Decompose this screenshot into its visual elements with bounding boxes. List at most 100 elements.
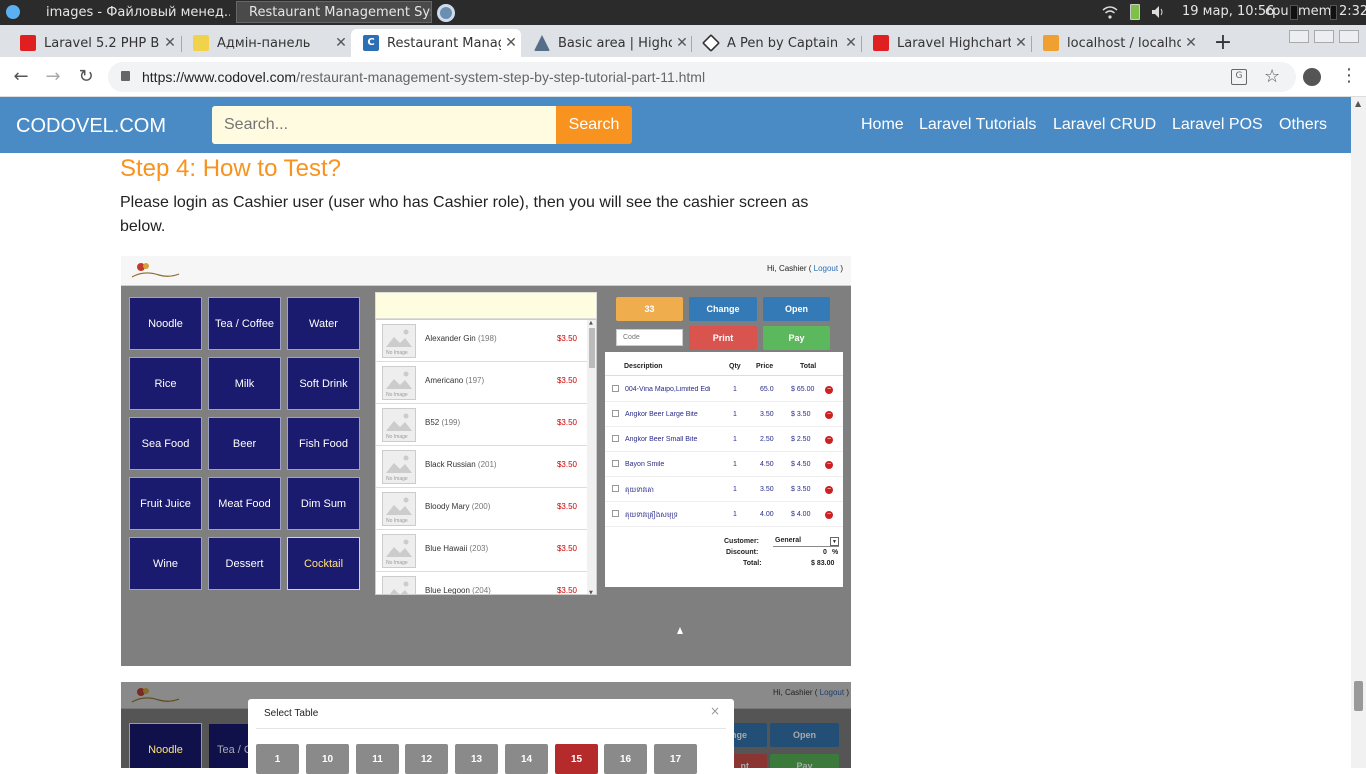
remove-item-icon[interactable]: − <box>825 411 833 419</box>
table-button-15[interactable]: 15 <box>555 744 598 774</box>
pay-button[interactable]: Pay <box>763 326 830 350</box>
taskbar-item-file-manager[interactable]: images - Файловый менед... <box>34 1 230 23</box>
maximize-window-button[interactable] <box>1314 30 1334 43</box>
category-dessert[interactable]: Dessert <box>208 537 281 590</box>
close-window-button[interactable] <box>1339 30 1359 43</box>
search-button[interactable]: Search <box>556 106 632 144</box>
account-icon[interactable] <box>1303 68 1321 86</box>
category-fruit-juice[interactable]: Fruit Juice <box>129 477 202 530</box>
row-checkbox[interactable] <box>612 460 619 467</box>
product-item[interactable]: No Image Blue Hawaii (203) $3.50 <box>376 530 587 572</box>
close-icon[interactable]: ✕ <box>841 35 861 51</box>
scroll-up-arrow[interactable]: ▲ <box>1355 99 1361 108</box>
close-icon[interactable]: ✕ <box>672 35 692 51</box>
forward-icon[interactable]: → <box>41 65 65 89</box>
product-item[interactable]: No Image Blue Legoon (204) $3.50 <box>376 572 587 594</box>
volume-icon[interactable] <box>1150 4 1166 20</box>
category-sea-food[interactable]: Sea Food <box>129 417 202 470</box>
order-row[interactable]: Angkor Beer Small Bite 1 2.50 $ 2.50 − <box>605 427 843 452</box>
category-wine[interactable]: Wine <box>129 537 202 590</box>
tab-basic-area-highcharts[interactable]: Basic area | Highc ✕ <box>522 29 692 57</box>
product-list-scroll-thumb[interactable] <box>589 328 595 368</box>
order-row[interactable]: គុយទាវគ្រឿងសមុទ្រ 1 4.00 $ 4.00 − <box>605 502 843 527</box>
product-item[interactable]: No Image Black Russian (201) $3.50 <box>376 446 587 488</box>
table-button-13[interactable]: 13 <box>455 744 498 774</box>
order-item-qty[interactable]: 1 <box>733 461 737 468</box>
row-checkbox[interactable] <box>612 485 619 492</box>
table-button-10[interactable]: 10 <box>306 744 349 774</box>
chrome-launcher-icon[interactable] <box>437 4 455 22</box>
category-beer[interactable]: Beer <box>208 417 281 470</box>
site-brand[interactable]: CODOVEL.COM <box>16 115 166 138</box>
logout-link[interactable]: Logout <box>820 688 844 697</box>
time-label[interactable]: 2:32 <box>1339 4 1366 19</box>
table-button-12[interactable]: 12 <box>405 744 448 774</box>
row-checkbox[interactable] <box>612 385 619 392</box>
category-meat-food[interactable]: Meat Food <box>208 477 281 530</box>
product-search-bar[interactable] <box>375 292 597 319</box>
close-icon[interactable]: ✕ <box>331 35 351 51</box>
close-icon[interactable]: ✕ <box>160 35 180 51</box>
bookmark-star-icon[interactable]: ☆ <box>1264 66 1280 87</box>
remove-item-icon[interactable]: − <box>825 386 833 394</box>
close-icon[interactable]: ✕ <box>1011 35 1031 51</box>
table-button-17[interactable]: 17 <box>654 744 697 774</box>
product-item[interactable]: No Image Bloody Mary (200) $3.50 <box>376 488 587 530</box>
category-water[interactable]: Water <box>287 297 360 350</box>
product-item[interactable]: No Image Alexander Gin (198) $3.50 <box>376 320 587 362</box>
category-milk[interactable]: Milk <box>208 357 281 410</box>
open-button[interactable]: Open <box>770 723 839 747</box>
dialog-close-icon[interactable]: × <box>710 704 720 718</box>
taskbar-item-browser[interactable]: Restaurant Management Sys... <box>236 1 432 23</box>
wifi-icon[interactable] <box>1102 4 1118 20</box>
nav-laravel-pos[interactable]: Laravel POS <box>1172 116 1263 134</box>
order-row[interactable]: Angkor Beer Large Bite 1 3.50 $ 3.50 − <box>605 402 843 427</box>
category-cocktail[interactable]: Cocktail <box>287 537 360 590</box>
row-checkbox[interactable] <box>612 510 619 517</box>
tab-admin-panel[interactable]: Адмін-панель ✕ <box>181 29 351 57</box>
category-fish-food[interactable]: Fish Food <box>287 417 360 470</box>
logout-link[interactable]: Logout <box>814 264 838 273</box>
battery-icon[interactable] <box>1130 4 1140 20</box>
reload-icon[interactable]: ↻ <box>74 65 98 89</box>
tab-phpmyadmin[interactable]: localhost / localhos ✕ <box>1031 29 1201 57</box>
open-button[interactable]: Open <box>763 297 830 321</box>
order-row[interactable]: គុយទាវគោ 1 3.50 $ 3.50 − <box>605 477 843 502</box>
remove-item-icon[interactable]: − <box>825 461 833 469</box>
tab-laravel-php[interactable]: Laravel 5.2 PHP Bu ✕ <box>8 29 180 57</box>
product-list-scrollbar[interactable]: ▲ ▼ <box>587 320 596 594</box>
category-dim-sum[interactable]: Dim Sum <box>287 477 360 530</box>
remove-item-icon[interactable]: − <box>825 511 833 519</box>
order-item-qty[interactable]: 1 <box>733 486 737 493</box>
order-item-qty[interactable]: 1 <box>733 436 737 443</box>
address-bar[interactable]: https://www.codovel.com/restaurant-manag… <box>108 62 1296 92</box>
menu-icon[interactable]: ⋮ <box>1340 66 1358 86</box>
table-button-16[interactable]: 16 <box>604 744 647 774</box>
minimize-window-button[interactable] <box>1289 30 1309 43</box>
page-scrollbar[interactable]: ▲ <box>1351 97 1366 768</box>
category-noodle[interactable]: Noodle <box>129 723 202 768</box>
category-noodle[interactable]: Noodle <box>129 297 202 350</box>
scrollbar-thumb[interactable] <box>1354 681 1363 711</box>
new-tab-button[interactable]: + <box>1210 30 1236 56</box>
category-rice[interactable]: Rice <box>129 357 202 410</box>
category-soft-drink[interactable]: Soft Drink <box>287 357 360 410</box>
order-row[interactable]: Bayon Smile 1 4.50 $ 4.50 − <box>605 452 843 477</box>
remove-item-icon[interactable]: − <box>825 436 833 444</box>
nav-others[interactable]: Others <box>1279 116 1327 134</box>
print-button[interactable]: Print <box>689 326 757 350</box>
discount-value[interactable]: 0 <box>823 549 827 556</box>
search-input[interactable] <box>212 106 556 144</box>
translate-icon[interactable]: G <box>1231 69 1247 85</box>
lock-icon[interactable] <box>121 71 130 81</box>
tab-laravel-highchart[interactable]: Laravel Highchart ✕ <box>861 29 1031 57</box>
order-item-qty[interactable]: 1 <box>733 511 737 518</box>
table-number-button[interactable]: 33 <box>616 297 683 321</box>
row-checkbox[interactable] <box>612 410 619 417</box>
table-button-14[interactable]: 14 <box>505 744 548 774</box>
row-checkbox[interactable] <box>612 435 619 442</box>
table-button-1[interactable]: 1 <box>256 744 299 774</box>
start-menu-icon[interactable] <box>6 5 20 19</box>
remove-item-icon[interactable]: − <box>825 486 833 494</box>
tab-codepen[interactable]: A Pen by Captain A ✕ <box>691 29 861 57</box>
